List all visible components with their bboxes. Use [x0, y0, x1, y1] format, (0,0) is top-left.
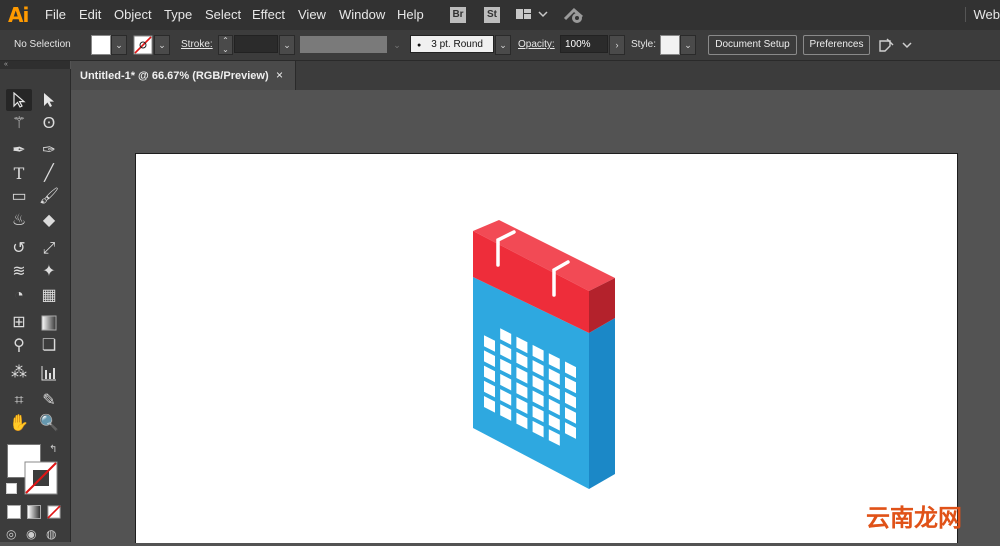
toolbar-collapse-strip[interactable]: «	[0, 61, 70, 69]
none-mode-icon[interactable]	[47, 505, 61, 519]
menu-bar: Ai File Edit Object Type Select Effect V…	[0, 0, 1000, 30]
stroke-weight-dropdown[interactable]: ⌄	[279, 35, 295, 55]
canvas-area[interactable]	[71, 90, 1000, 542]
variable-width-profile[interactable]	[300, 36, 387, 53]
menu-window[interactable]: Window	[339, 7, 385, 22]
document-tab-bar: Untitled-1* @ 66.67% (RGB/Preview) ×	[71, 61, 1000, 90]
style-label: Style:	[631, 39, 656, 50]
eyedropper-icon[interactable]: ⚲	[6, 335, 32, 357]
illustrator-logo: Ai	[8, 3, 28, 27]
selection-tool-icon[interactable]	[6, 89, 32, 111]
bridge-icon[interactable]: Br	[450, 7, 466, 23]
lasso-icon[interactable]: ʘ	[36, 113, 62, 135]
shaper-tool-icon[interactable]: ♨	[6, 210, 32, 232]
preferences-button[interactable]: Preferences	[803, 35, 870, 55]
graphic-style-swatch[interactable]	[660, 35, 680, 55]
draw-behind-icon[interactable]: ◉	[26, 527, 36, 541]
rectangle-tool-icon[interactable]: ▭	[6, 186, 32, 208]
stock-icon[interactable]: St	[484, 7, 500, 23]
warp-tool-icon[interactable]: ≋	[6, 261, 32, 283]
menu-edit[interactable]: Edit	[79, 7, 101, 22]
column-graph-icon[interactable]	[36, 362, 62, 384]
stroke-dropdown[interactable]: ⌄	[154, 35, 170, 55]
document-tab-title: Untitled-1* @ 66.67% (RGB/Preview)	[80, 70, 269, 82]
rotate-tool-icon[interactable]: ↺	[6, 238, 32, 260]
magic-wand-icon[interactable]: ⚚	[6, 113, 32, 135]
fill-swatch[interactable]	[91, 35, 111, 55]
brush-dot: ●	[417, 42, 421, 49]
draw-normal-icon[interactable]: ◎	[6, 527, 16, 541]
menu-help[interactable]: Help	[397, 7, 424, 22]
isolate-selected-icon[interactable]	[878, 38, 914, 54]
mesh-tool-icon[interactable]: ⊞	[6, 312, 32, 334]
menu-view[interactable]: View	[298, 7, 326, 22]
scale-tool-icon[interactable]: ⤢	[36, 238, 62, 260]
stroke-weight-field[interactable]	[234, 35, 278, 53]
opacity-dropdown[interactable]: ›	[609, 35, 625, 55]
hand-tool-icon[interactable]: ✋	[6, 413, 32, 435]
workspace-switcher[interactable]: Web	[965, 7, 1000, 22]
brush-label: 3 pt. Round	[431, 39, 483, 50]
stroke-swatch-icon[interactable]	[133, 35, 153, 55]
puppet-warp-icon[interactable]: ✦	[36, 261, 62, 283]
document-tab[interactable]: Untitled-1* @ 66.67% (RGB/Preview) ×	[71, 61, 296, 90]
gradient-mode-icon[interactable]	[27, 505, 41, 519]
menu-type[interactable]: Type	[164, 7, 192, 22]
curvature-tool-icon[interactable]: ✑	[36, 140, 62, 162]
style-dropdown[interactable]: ⌄	[680, 35, 696, 55]
artboard[interactable]	[135, 153, 958, 543]
close-tab-icon[interactable]: ×	[276, 68, 283, 82]
opacity-field[interactable]: 100%	[560, 35, 608, 53]
line-tool-icon[interactable]: ╱	[36, 163, 62, 185]
document-setup-button[interactable]: Document Setup	[708, 35, 797, 55]
blend-tool-icon[interactable]: ❏	[36, 335, 62, 357]
symbol-sprayer-icon[interactable]: ⁂	[6, 362, 32, 384]
calendar-side-face	[589, 318, 615, 489]
shape-builder-icon[interactable]: ◔	[6, 285, 32, 307]
brush-definition-field[interactable]: ● 3 pt. Round	[410, 35, 494, 53]
menu-select[interactable]: Select	[205, 7, 241, 22]
gradient-tool-icon[interactable]	[36, 312, 62, 334]
opacity-label[interactable]: Opacity:	[518, 39, 555, 50]
fill-dropdown[interactable]: ⌄	[111, 35, 127, 55]
direct-selection-tool-icon[interactable]	[36, 89, 62, 111]
slice-tool-icon[interactable]: ✎	[36, 390, 62, 412]
stroke-color-box[interactable]	[24, 461, 58, 495]
swap-fill-stroke-icon[interactable]: ↰	[49, 444, 57, 455]
perspective-grid-icon[interactable]: ▦	[36, 285, 62, 307]
arrange-documents-icon[interactable]	[515, 7, 549, 23]
pen-tool-icon[interactable]: ✒	[6, 140, 32, 162]
menu-file[interactable]: File	[45, 7, 66, 22]
paintbrush-icon[interactable]: 🖌	[36, 186, 62, 208]
artboard-tool-icon[interactable]: ⌗	[6, 390, 32, 412]
gpu-performance-icon[interactable]	[562, 5, 586, 25]
menu-object[interactable]: Object	[114, 7, 152, 22]
tools-panel: ⚚ ʘ ✒ ✑ T ╱ ▭ 🖌 ♨ ◆ ↺ ⤢ ≋ ✦ ◔ ▦ ⊞ ⚲ ❏ ⁂ …	[0, 69, 71, 542]
watermark-text: 云南龙网	[866, 498, 962, 533]
zoom-tool-icon[interactable]: 🔍	[36, 413, 62, 435]
type-tool-icon[interactable]: T	[6, 163, 32, 185]
brush-dropdown[interactable]: ⌄	[495, 35, 511, 55]
control-bar: No Selection ⌄ ⌄ Stroke: ⌃⌄ ⌄ ⌄ ● 3 pt. R…	[0, 30, 1000, 61]
profile-dropdown[interactable]: ⌄	[389, 35, 405, 55]
draw-inside-icon[interactable]: ◍	[46, 527, 56, 541]
menu-effect[interactable]: Effect	[252, 7, 285, 22]
default-colors-icon[interactable]	[6, 483, 17, 494]
selection-status: No Selection	[14, 39, 71, 50]
color-mode-icon[interactable]	[7, 505, 21, 519]
eraser-icon[interactable]: ◆	[36, 210, 62, 232]
calendar-illustration[interactable]	[136, 154, 957, 543]
stroke-label[interactable]: Stroke:	[181, 39, 213, 50]
stroke-weight-stepper[interactable]: ⌃⌄	[218, 35, 233, 55]
